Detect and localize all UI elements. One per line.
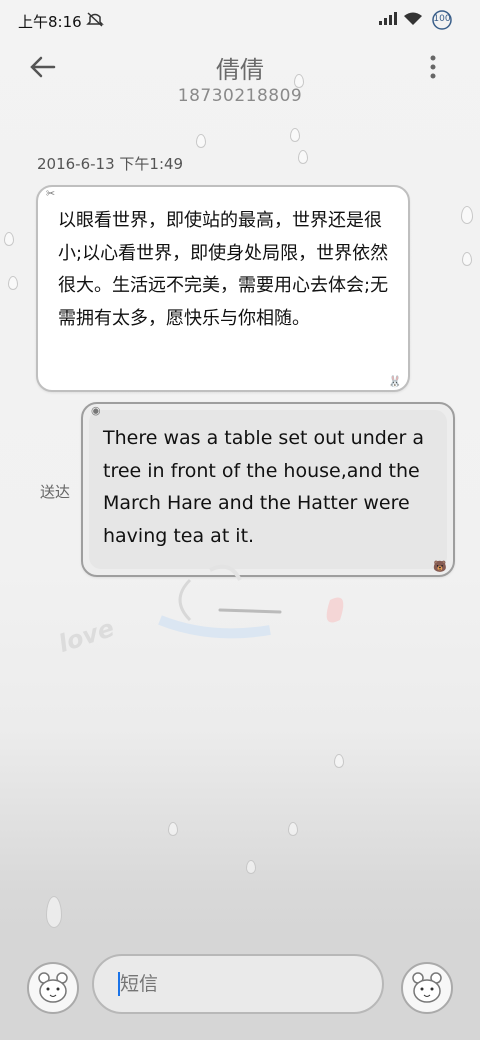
droplet-decoration	[461, 206, 473, 224]
droplet-decoration	[298, 150, 308, 164]
contact-name: 倩倩	[216, 56, 264, 84]
bear-emoji-icon	[38, 972, 68, 1003]
droplet-decoration	[4, 232, 14, 246]
composer-bar	[0, 928, 480, 1040]
emoji-button-left[interactable]	[27, 962, 79, 1014]
wallpaper-love-text: love	[55, 613, 118, 659]
bubble-decoration-icon: ✂	[46, 187, 56, 200]
contact-phone: 18730218809	[177, 86, 303, 106]
more-vert-icon	[430, 55, 436, 79]
droplet-decoration	[46, 896, 62, 928]
outgoing-message-bubble[interactable]: ◉ There was a table set out under a tree…	[81, 402, 455, 577]
incoming-message-text: 以眼看世界，即使站的最高，世界还是很小;以心看世界，即使身处局限，世界依然很大。…	[58, 210, 389, 329]
droplet-decoration	[462, 252, 472, 266]
incoming-message-bubble[interactable]: ✂ 以眼看世界，即使站的最高，世界还是很小;以心看世界，即使身处局限，世界依然很…	[36, 185, 410, 392]
bubble-decoration-icon: 🐰	[388, 375, 402, 388]
battery-level: 100	[433, 14, 451, 24]
bubble-decoration-icon: ◉	[91, 404, 101, 417]
emoji-button-right[interactable]	[401, 962, 453, 1014]
droplet-decoration	[246, 860, 256, 874]
bear-emoji-icon	[412, 972, 442, 1003]
droplet-decoration	[288, 822, 298, 836]
wallpaper-bear-art: o+o	[158, 564, 344, 639]
message-timestamp: 2016-6-13 下午1:49	[37, 155, 184, 173]
sms-input[interactable]	[92, 954, 384, 1014]
more-options-button[interactable]	[420, 54, 446, 88]
status-bar: 上午8:16 100	[0, 0, 480, 40]
status-time: 上午8:16	[18, 13, 82, 31]
droplet-decoration	[334, 754, 344, 768]
wifi-icon	[403, 11, 423, 30]
outgoing-message-text: There was a table set out under a tree i…	[103, 427, 424, 547]
droplet-decoration	[290, 128, 300, 142]
bubble-decoration-icon: 🐻	[433, 560, 447, 573]
text-caret	[118, 972, 120, 996]
delivery-status: 送达	[40, 483, 71, 501]
droplet-decoration	[168, 822, 178, 836]
droplet-decoration	[196, 134, 206, 148]
signal-icon	[378, 11, 398, 29]
droplet-decoration	[8, 276, 18, 290]
mute-icon	[86, 11, 104, 31]
